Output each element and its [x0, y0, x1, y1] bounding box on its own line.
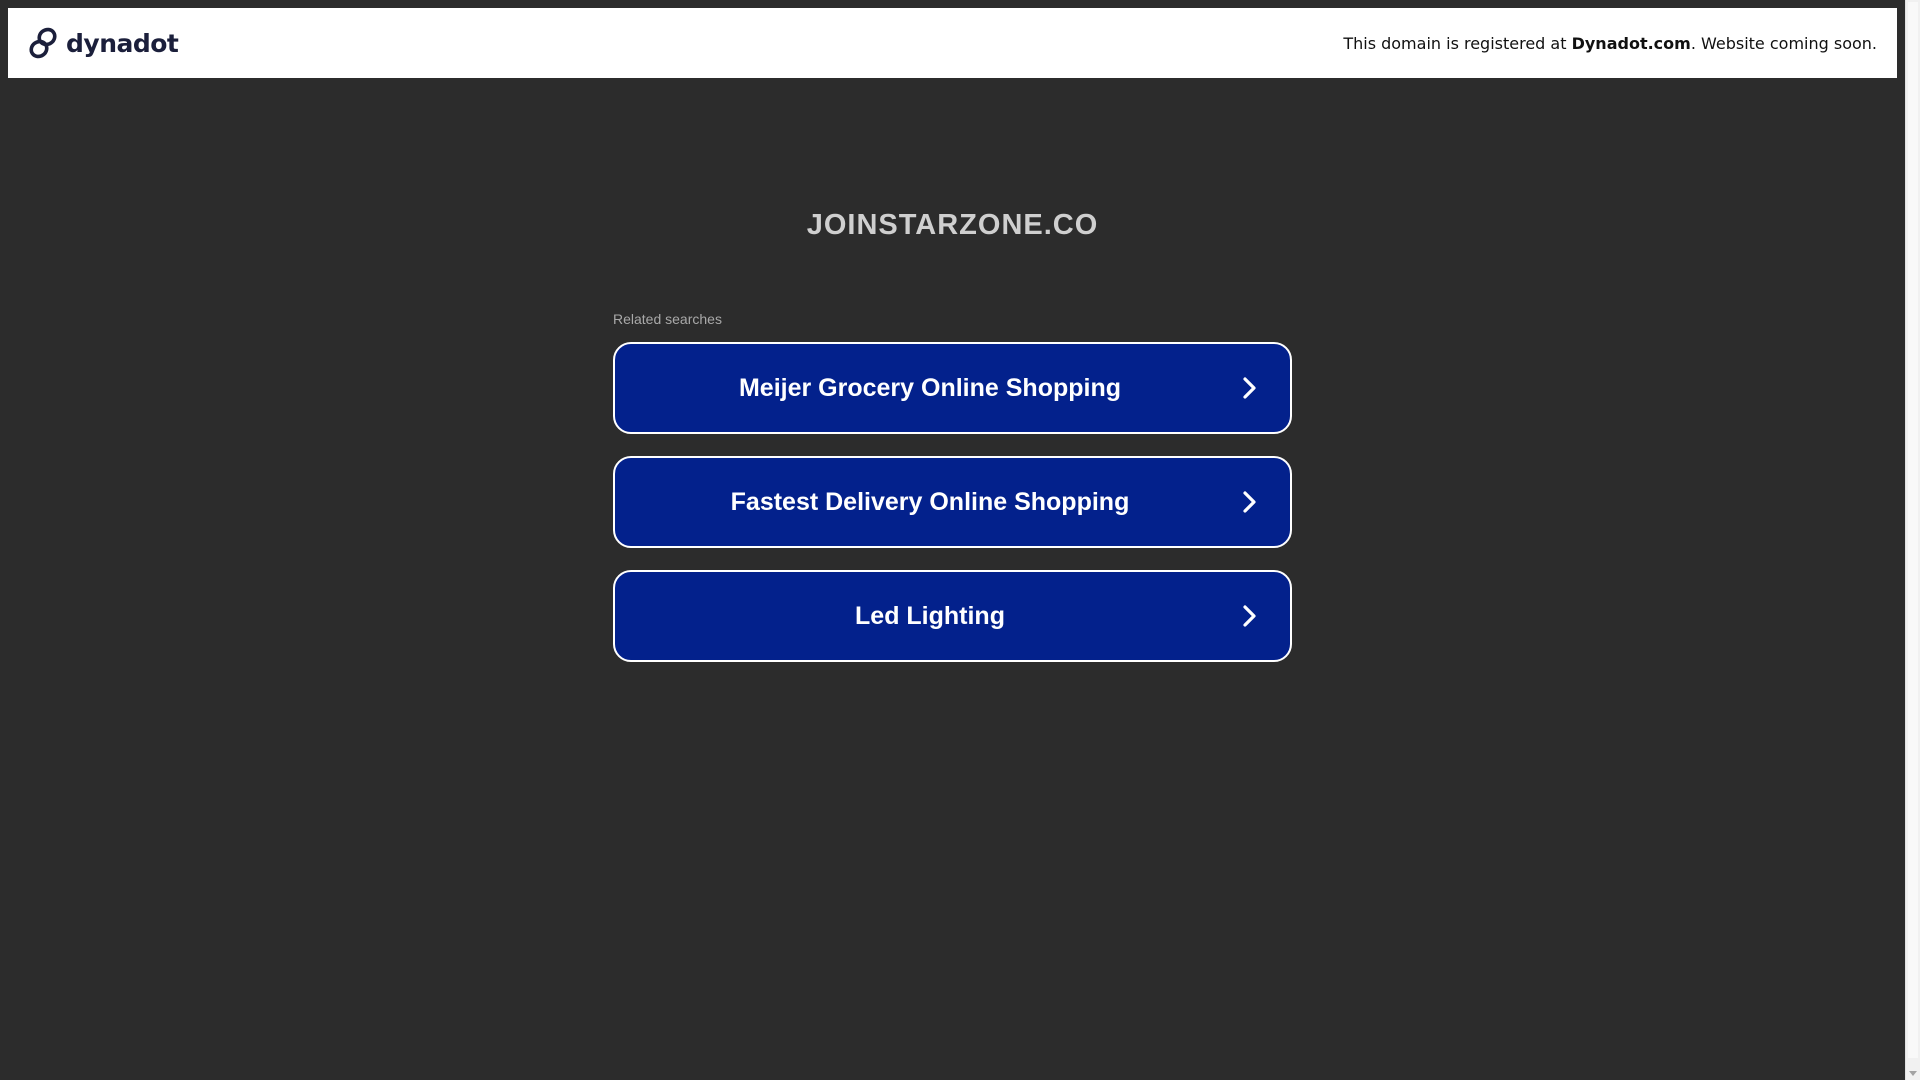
vertical-scrollbar[interactable]: [1905, 0, 1920, 1080]
scroll-down-arrow-icon[interactable]: [1909, 1071, 1917, 1076]
related-search-label: Meijer Grocery Online Shopping: [738, 373, 1121, 402]
dynadot-link[interactable]: Dynadot.com: [1572, 34, 1691, 53]
related-search-label: Fastest Delivery Online Shopping: [730, 487, 1130, 516]
top-banner: dynadot This domain is registered at Dyn…: [8, 8, 1897, 78]
chevron-right-icon: [1238, 377, 1260, 399]
dynadot-link-icon: [28, 27, 58, 59]
registration-notice: This domain is registered at Dynadot.com…: [1343, 34, 1877, 53]
related-searches-label: Related searches: [613, 311, 722, 327]
notice-prefix: This domain is registered at: [1343, 33, 1572, 53]
chevron-right-icon: [1238, 605, 1260, 627]
page: dynadot This domain is registered at Dyn…: [0, 0, 1920, 1080]
related-search-button-1[interactable]: Meijer Grocery Online Shopping: [613, 342, 1292, 434]
related-search-label: Led Lighting: [855, 601, 1005, 630]
chevron-right-icon: [1238, 491, 1260, 513]
related-search-button-3[interactable]: Led Lighting: [613, 570, 1292, 662]
domain-title: JOINSTARZONE.CO: [806, 209, 1099, 241]
related-search-button-2[interactable]: Fastest Delivery Online Shopping: [613, 456, 1292, 548]
notice-suffix: . Website coming soon.: [1690, 33, 1877, 53]
scrollbar-thumb[interactable]: [1908, 2, 1918, 1058]
brand-name: dynadot: [66, 28, 179, 58]
dynadot-logo-link[interactable]: dynadot: [28, 27, 179, 59]
